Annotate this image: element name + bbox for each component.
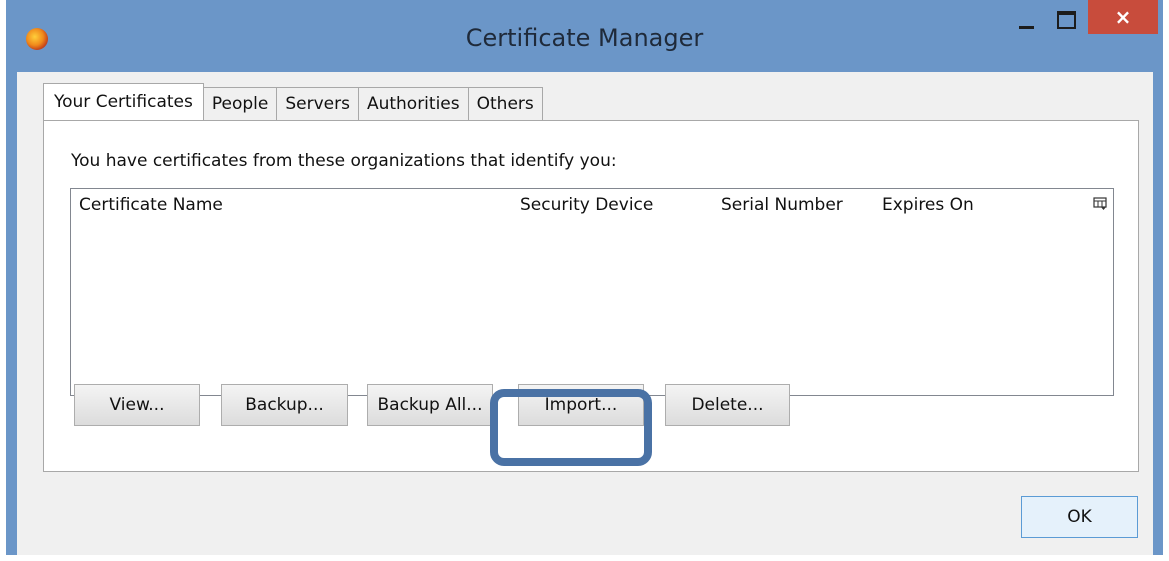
column-header-security-device[interactable]: Security Device xyxy=(520,189,653,221)
import-highlight-callout xyxy=(490,389,652,466)
maximize-button[interactable] xyxy=(1049,0,1083,40)
column-header-serial-number[interactable]: Serial Number xyxy=(721,189,843,221)
certificate-manager-window: Certificate Manager × Your Certificates … xyxy=(6,0,1163,555)
backup-button[interactable]: Backup... xyxy=(221,384,348,426)
column-header-expires-on[interactable]: Expires On xyxy=(882,189,974,221)
intro-text: You have certificates from these organiz… xyxy=(71,151,617,171)
column-picker-icon[interactable] xyxy=(1093,197,1107,211)
tab-people[interactable]: People xyxy=(202,87,278,120)
delete-button[interactable]: Delete... xyxy=(665,384,790,426)
tab-others[interactable]: Others xyxy=(467,87,543,120)
window-title: Certificate Manager xyxy=(465,24,704,52)
column-header-certificate-name[interactable]: Certificate Name xyxy=(79,189,223,221)
view-button[interactable]: View... xyxy=(74,384,200,426)
tab-servers[interactable]: Servers xyxy=(276,87,359,120)
tab-strip: Your Certificates People Servers Authori… xyxy=(43,83,543,120)
minimize-button[interactable] xyxy=(1011,0,1041,40)
close-icon: × xyxy=(1114,5,1132,29)
minimize-icon xyxy=(1018,25,1034,29)
backup-all-button[interactable]: Backup All... xyxy=(367,384,493,426)
dialog-client-area: Your Certificates People Servers Authori… xyxy=(17,72,1153,555)
tab-authorities[interactable]: Authorities xyxy=(357,87,469,120)
certificate-list[interactable]: Certificate Name Security Device Serial … xyxy=(70,188,1114,396)
ok-button[interactable]: OK xyxy=(1021,496,1138,538)
maximize-icon xyxy=(1056,11,1076,29)
title-bar: Certificate Manager × xyxy=(6,0,1163,80)
close-button[interactable]: × xyxy=(1088,0,1158,34)
tab-your-certificates[interactable]: Your Certificates xyxy=(43,83,204,120)
